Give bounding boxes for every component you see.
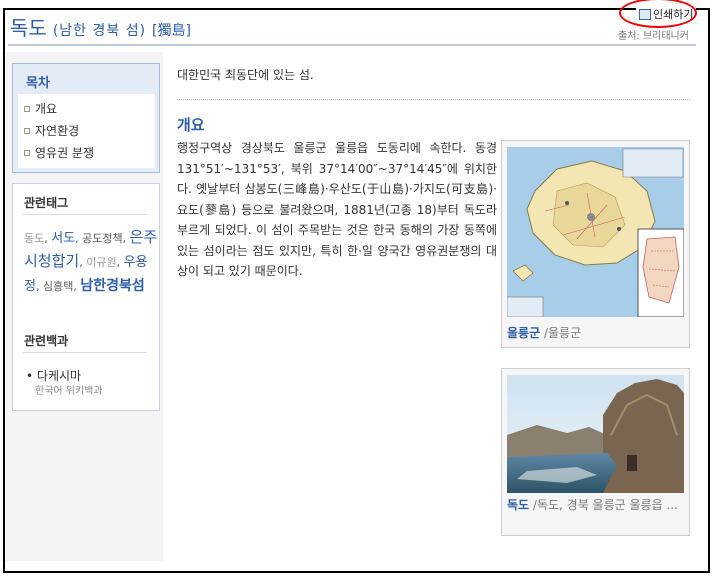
source-text: 출처: 브리태니커 xyxy=(618,31,689,42)
tag-link[interactable]: 이규원 xyxy=(86,256,116,269)
section-title: 개요 xyxy=(177,116,205,134)
tag-separator: , xyxy=(122,232,130,245)
bullet-icon xyxy=(24,149,30,156)
map-caption-link[interactable]: 울릉군 xyxy=(507,326,540,340)
divider xyxy=(23,214,147,215)
map-caption: 울릉군 /울릉군 xyxy=(507,325,684,341)
tag-link[interactable]: 공도정책 xyxy=(82,232,122,245)
intro-text: 대한민국 최동단에 있는 섬. xyxy=(177,68,314,82)
tag-cloud: 동도, 서도, 공도정책, 은주시청합기, 이규원, 우용정, 심흥택, 남한경… xyxy=(24,226,158,298)
divider xyxy=(23,352,147,353)
tags-panel: 관련태그 동도, 서도, 공도정책, 은주시청합기, 이규원, 우용정, 심흥택… xyxy=(12,183,160,411)
toc-item-label: 자연환경 xyxy=(35,124,80,138)
related-encyclopedia-title: 관련백과 xyxy=(24,334,69,348)
page-title: 독도 (남한 경북 섬) [獨島] xyxy=(10,12,191,41)
toc-list: 개요 자연환경 영유권 분쟁 xyxy=(18,94,155,168)
photo-caption-text: /독도, 경북 울릉군 울릉읍 ... xyxy=(529,498,678,512)
tag-link[interactable]: 서도 xyxy=(51,231,75,246)
title-subtitle: (남한 경북 섬) xyxy=(52,23,147,39)
tag-link[interactable]: 동도 xyxy=(24,232,44,245)
toc-item-label: 영유권 분쟁 xyxy=(35,146,95,160)
map-figure: 울릉군 /울릉군 xyxy=(501,140,690,348)
print-button-label: 인쇄하기 xyxy=(653,8,694,21)
toc-item-label: 개요 xyxy=(35,102,58,116)
photo-figure: 독도 /독도, 경북 울릉군 울릉읍 ... xyxy=(501,368,690,536)
photo-caption: 독도 /독도, 경북 울릉군 울릉읍 ... xyxy=(507,497,684,513)
title-hanja: [獨島] xyxy=(152,23,191,39)
toc-item-dispute[interactable]: 영유권 분쟁 xyxy=(24,144,94,161)
related-link-label: 다케시마 xyxy=(36,369,82,383)
tag-link[interactable]: 남한경북섬 xyxy=(80,278,144,294)
related-source: 한국어 위키백과 xyxy=(35,386,103,397)
article-body: 행정구역상 경상북도 울릉군 울릉읍 도동리에 속한다. 동경 131°51′~… xyxy=(177,141,497,278)
bullet-icon xyxy=(24,127,30,134)
dokdo-photo-image[interactable] xyxy=(507,375,684,493)
header-divider xyxy=(8,44,696,46)
tag-separator: , xyxy=(35,280,43,293)
dotted-divider xyxy=(177,99,690,100)
bullet-icon xyxy=(24,105,30,112)
ulleung-map-image[interactable] xyxy=(507,147,684,317)
print-button[interactable]: 인쇄하기 xyxy=(636,6,697,22)
map-caption-text: /울릉군 xyxy=(540,326,582,340)
tags-title: 관련태그 xyxy=(24,196,69,210)
photo-caption-link[interactable]: 독도 xyxy=(507,498,529,512)
tag-separator: , xyxy=(116,256,124,269)
toc-item-overview[interactable]: 개요 xyxy=(24,100,57,117)
title-main: 독도 xyxy=(10,16,47,40)
toc-panel: 목차 개요 자연환경 영유권 분쟁 xyxy=(12,63,160,173)
toc-item-nature[interactable]: 자연환경 xyxy=(24,122,79,139)
tag-link[interactable]: 심흥택 xyxy=(43,280,73,293)
printer-icon xyxy=(639,8,651,20)
toc-title: 목차 xyxy=(26,76,50,91)
